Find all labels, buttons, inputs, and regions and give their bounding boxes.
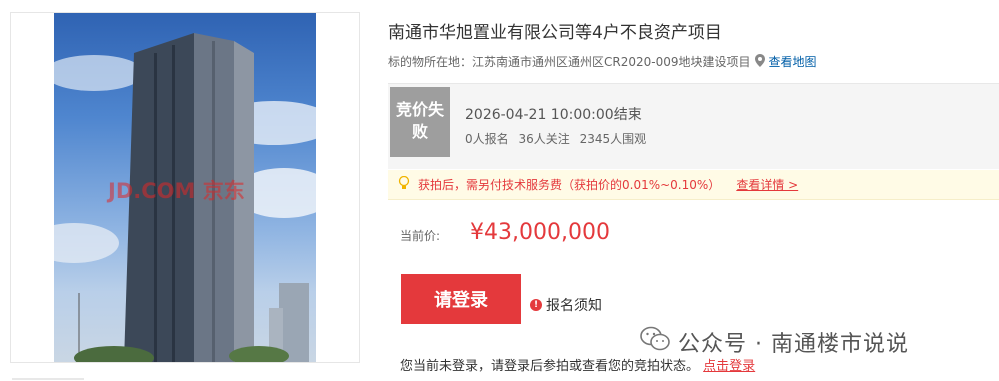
login-button[interactable]: 请登录 xyxy=(401,274,521,324)
current-price-label: 当前价: xyxy=(400,229,441,243)
login-hint: 您当前未登录，请登录后参拍或查看您的竞拍状态。 点击登录 xyxy=(400,355,755,374)
auction-status-panel xyxy=(388,83,999,169)
item-title: 南通市华旭置业有限公司等4户不良资产项目 xyxy=(388,23,722,43)
login-hint-text: 您当前未登录，请登录后参拍或查看您的竞拍状态。 xyxy=(400,359,700,374)
location-prefix: 标的物所在地： xyxy=(388,55,473,69)
thumbnail-strip-divider xyxy=(12,378,84,380)
signup-count: 0人报名 xyxy=(465,132,509,146)
wechat-icon xyxy=(640,326,670,358)
view-map-link[interactable]: 查看地图 xyxy=(769,53,817,70)
wechat-account-watermark: 公众号 · 南通楼市说说 xyxy=(640,326,909,358)
registration-notice-link[interactable]: ! 报名须知 xyxy=(530,295,602,315)
lightbulb-icon xyxy=(398,175,410,193)
auction-end-time: 2026-04-21 10:00:00结束 xyxy=(465,107,642,123)
registration-notice-label: 报名须知 xyxy=(546,298,602,314)
item-image-panel: JD.COM 京东 xyxy=(10,12,360,363)
item-location: 标的物所在地： 江苏南通市通州区通州区CR2020-009地块建设项目 查看地图 xyxy=(388,53,817,70)
follower-count: 36人关注 xyxy=(518,132,570,146)
viewer-count: 2345人围观 xyxy=(579,132,647,146)
auction-status-badge: 竞价失败 xyxy=(390,87,450,157)
notice-text: 获拍后，需另付技术服务费（获拍价的0.01%~0.10%） xyxy=(418,178,721,192)
alert-icon: ! xyxy=(530,299,542,311)
click-login-link[interactable]: 点击登录 xyxy=(703,359,755,374)
current-price-value: ¥43,000,000 xyxy=(470,220,610,245)
map-pin-icon xyxy=(754,53,765,70)
auction-stats: 0人报名 36人关注 2345人围观 xyxy=(465,130,652,147)
location-text: 江苏南通市通州区通州区CR2020-009地块建设项目 xyxy=(472,55,751,69)
item-photo[interactable]: JD.COM 京东 xyxy=(54,13,316,362)
watermark: JD.COM 京东 xyxy=(108,179,245,203)
view-details-link[interactable]: 查看详情 > xyxy=(736,176,798,193)
service-fee-notice: 获拍后，需另付技术服务费（获拍价的0.01%~0.10%） 查看详情 > xyxy=(388,170,999,200)
wechat-account-name: 公众号 · 南通楼市说说 xyxy=(678,332,909,357)
